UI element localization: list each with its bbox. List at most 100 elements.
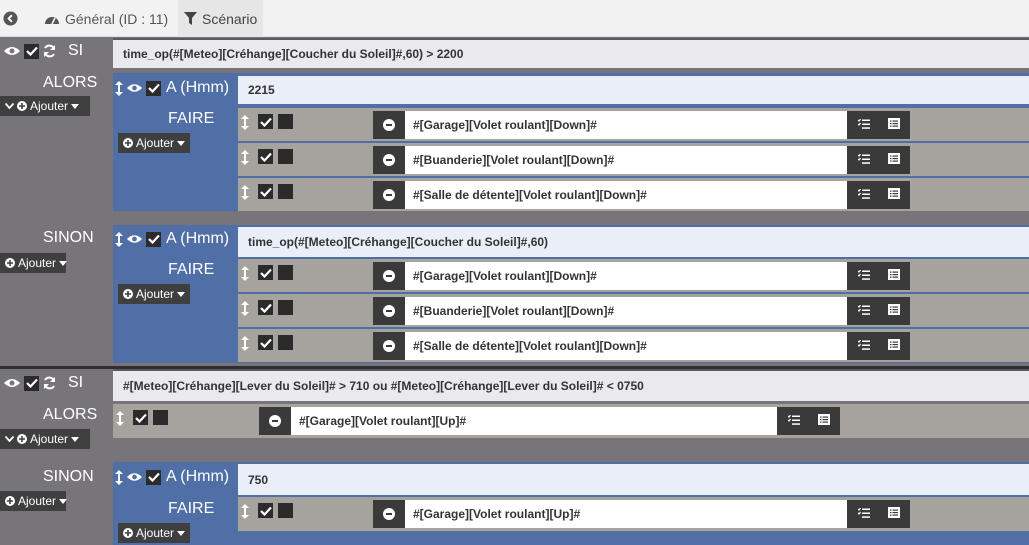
si-condition-2[interactable]: #[Meteo][Créhange][Lever du Soleil]# > 7… [113, 369, 1029, 401]
move-vertical-icon[interactable] [241, 185, 249, 200]
enable-checkbox[interactable] [258, 114, 273, 129]
tab-scenario[interactable]: Scénario [178, 0, 263, 37]
move-vertical-icon[interactable] [116, 411, 124, 426]
move-vertical-icon[interactable] [241, 301, 249, 316]
move-vertical-icon[interactable] [241, 115, 249, 130]
plus-circle-icon [123, 289, 133, 299]
option-checkbox[interactable] [278, 265, 293, 280]
remove-button[interactable] [373, 111, 405, 139]
eye-icon[interactable] [3, 45, 21, 57]
enable-checkbox[interactable] [258, 265, 273, 280]
tab-general-label: Général (ID : 11) [65, 10, 169, 27]
eye-icon[interactable] [126, 471, 143, 483]
list-alt-icon[interactable] [887, 337, 900, 355]
list-alt-icon[interactable] [887, 302, 900, 320]
command-field[interactable]: #[Garage][Volet roulant][Up]# [291, 407, 777, 435]
list-alt-icon[interactable] [817, 412, 830, 430]
task-list-icon[interactable] [857, 337, 870, 355]
si-label: SI [68, 374, 84, 391]
enable-checkbox[interactable] [133, 410, 148, 425]
enable-checkbox[interactable] [258, 149, 273, 164]
ajouter-label: Ajouter [30, 432, 69, 446]
remove-button[interactable] [373, 297, 405, 325]
task-list-icon[interactable] [857, 151, 870, 169]
enable-checkbox[interactable] [258, 335, 273, 350]
move-vertical-icon[interactable] [115, 469, 123, 485]
top-tab-bar: Général (ID : 11) Scénario [0, 0, 1029, 37]
eye-icon[interactable] [3, 377, 21, 389]
enable-checkbox[interactable] [258, 184, 273, 199]
refresh-icon[interactable] [42, 376, 57, 390]
caret-down-icon [71, 103, 80, 109]
ajouter-label: Ajouter [136, 136, 175, 150]
faire-ajouter-button[interactable]: Ajouter [118, 523, 190, 543]
remove-button[interactable] [259, 407, 291, 435]
task-list-icon[interactable] [857, 302, 870, 320]
back-arrow-icon[interactable] [2, 10, 18, 26]
list-alt-icon[interactable] [887, 505, 900, 523]
move-vertical-icon[interactable] [115, 80, 123, 96]
command-field[interactable]: #[Garage][Volet roulant][Up]# [405, 500, 847, 528]
alors-ajouter-button[interactable]: Ajouter [0, 96, 90, 116]
command-options [847, 146, 910, 174]
task-list-icon[interactable] [857, 116, 870, 134]
task-list-icon[interactable] [787, 412, 800, 430]
remove-button[interactable] [373, 146, 405, 174]
faire-ajouter-button[interactable]: Ajouter [118, 284, 190, 304]
a-hmm-value-1[interactable]: 2215 [238, 74, 1029, 104]
command-field[interactable]: #[Garage][Volet roulant][Down]# [405, 262, 847, 290]
eye-icon[interactable] [126, 82, 143, 94]
enable-checkbox[interactable] [24, 43, 39, 59]
move-vertical-icon[interactable] [241, 504, 249, 519]
command-field[interactable]: #[Buanderie][Volet roulant][Down]# [405, 297, 847, 325]
command-field[interactable]: #[Buanderie][Volet roulant][Down]# [405, 146, 847, 174]
a-hmm-value-3[interactable]: 750 [238, 462, 1029, 495]
enable-checkbox[interactable] [258, 503, 273, 518]
plus-circle-icon [5, 258, 15, 268]
faire-ajouter-button[interactable]: Ajouter [118, 133, 190, 153]
remove-button[interactable] [373, 500, 405, 528]
command-row: #[Garage][Volet roulant][Up]# [238, 497, 1029, 531]
remove-button[interactable] [373, 262, 405, 290]
remove-button[interactable] [373, 181, 405, 209]
list-alt-icon[interactable] [887, 151, 900, 169]
command-row: #[Salle de détente][Volet roulant][Down]… [238, 178, 1029, 211]
option-checkbox[interactable] [278, 184, 293, 199]
remove-button[interactable] [373, 332, 405, 360]
refresh-icon[interactable] [42, 44, 57, 58]
move-vertical-icon[interactable] [241, 266, 249, 281]
command-options [847, 500, 910, 528]
tab-general[interactable]: Général (ID : 11) [38, 0, 178, 37]
ajouter-label: Ajouter [30, 99, 69, 113]
option-checkbox[interactable] [278, 149, 293, 164]
sinon-ajouter-button[interactable]: Ajouter [0, 491, 68, 511]
task-list-icon[interactable] [857, 505, 870, 523]
enable-checkbox[interactable] [24, 375, 39, 391]
option-checkbox[interactable] [278, 300, 293, 315]
command-field[interactable]: #[Salle de détente][Volet roulant][Down]… [405, 181, 847, 209]
enable-checkbox[interactable] [146, 469, 161, 485]
move-vertical-icon[interactable] [241, 336, 249, 351]
sinon-ajouter-button[interactable]: Ajouter [0, 253, 68, 273]
move-vertical-icon[interactable] [115, 231, 123, 247]
option-checkbox[interactable] [153, 410, 168, 425]
alors-ajouter-button[interactable]: Ajouter [0, 429, 90, 449]
task-list-icon[interactable] [857, 186, 870, 204]
option-checkbox[interactable] [278, 114, 293, 129]
list-alt-icon[interactable] [887, 267, 900, 285]
enable-checkbox[interactable] [146, 231, 161, 247]
enable-checkbox[interactable] [146, 80, 161, 96]
option-checkbox[interactable] [278, 335, 293, 350]
command-field[interactable]: #[Salle de détente][Volet roulant][Down]… [405, 332, 847, 360]
list-alt-icon[interactable] [887, 186, 900, 204]
task-list-icon[interactable] [857, 267, 870, 285]
enable-checkbox[interactable] [258, 300, 273, 315]
a-hmm-value-2[interactable]: time_op(#[Meteo][Créhange][Coucher du So… [238, 225, 1029, 257]
command-field[interactable]: #[Garage][Volet roulant][Down]# [405, 111, 847, 139]
si-condition-1[interactable]: time_op(#[Meteo][Créhange][Coucher du So… [113, 38, 1029, 68]
list-alt-icon[interactable] [887, 116, 900, 134]
option-checkbox[interactable] [278, 503, 293, 518]
a-hmm-label: A (Hmm) [166, 79, 230, 96]
move-vertical-icon[interactable] [241, 150, 249, 165]
eye-icon[interactable] [126, 233, 143, 245]
